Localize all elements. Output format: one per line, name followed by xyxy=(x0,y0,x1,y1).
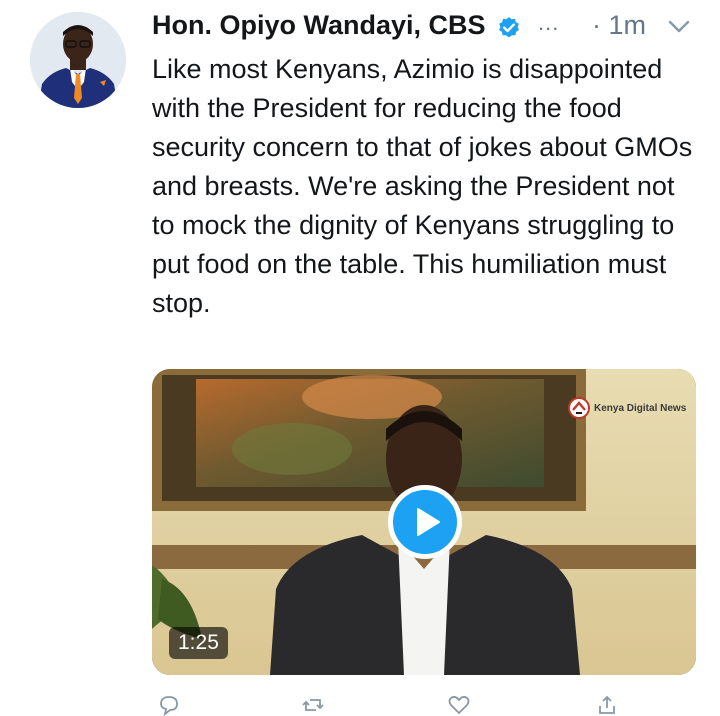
video-watermark: Kenya Digital News xyxy=(568,397,686,419)
tweet-text: Like most Kenyans, Azimio is disappointe… xyxy=(152,54,693,318)
watermark-label: Kenya Digital News xyxy=(594,402,687,414)
share-icon[interactable] xyxy=(596,694,618,716)
video-player[interactable]: Kenya Digital News 1:25 xyxy=(152,369,696,675)
play-icon xyxy=(417,508,440,536)
like-icon[interactable] xyxy=(448,694,470,716)
tweet-actions xyxy=(152,692,696,716)
verified-badge-icon xyxy=(499,17,519,38)
tweet-timestamp[interactable]: · 1m xyxy=(592,10,646,41)
author-name[interactable]: Hon. Opiyo Wandayi, CBS xyxy=(152,10,486,41)
kdn-logo-icon xyxy=(568,397,590,419)
video-duration-badge: 1:25 xyxy=(169,627,228,659)
author-avatar[interactable] xyxy=(30,12,126,108)
reply-icon[interactable] xyxy=(158,694,180,716)
retweet-icon[interactable] xyxy=(302,694,324,716)
more-ellipsis: ... xyxy=(538,10,560,35)
play-button[interactable] xyxy=(388,485,462,559)
tweet-header: Hon. Opiyo Wandayi, CBS ... · 1m xyxy=(152,8,712,44)
chevron-down-icon[interactable] xyxy=(667,18,691,34)
avatar-image xyxy=(30,12,126,108)
